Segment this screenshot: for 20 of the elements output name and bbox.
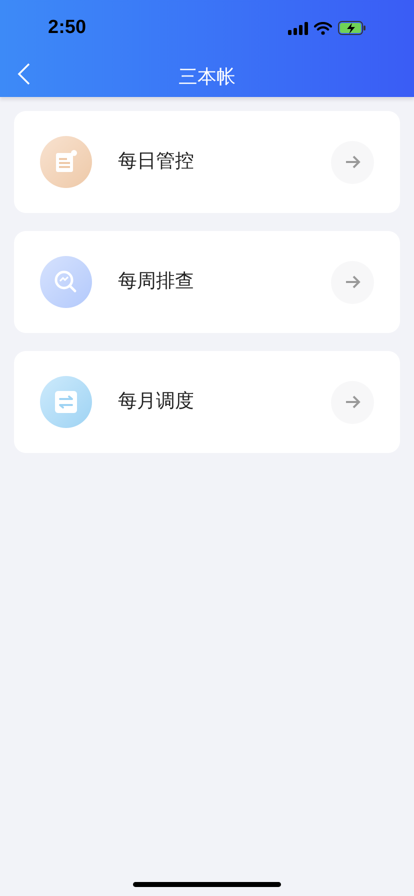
document-icon	[53, 149, 79, 175]
signal-icon	[288, 22, 308, 34]
arrow-right-icon	[344, 155, 360, 169]
arrow-button[interactable]	[331, 140, 374, 184]
page-title: 三本帐	[178, 66, 236, 90]
sliders-icon	[53, 389, 79, 415]
card-label: 每日管控	[118, 150, 195, 174]
menu-card[interactable]: 每日管控	[14, 111, 400, 213]
back-icon	[16, 62, 32, 86]
arrow-button[interactable]	[331, 260, 374, 304]
status-time: 2:50	[48, 16, 86, 40]
card-label: 每周排查	[118, 270, 195, 294]
menu-card[interactable]: 每周排查	[14, 231, 400, 333]
menu-card[interactable]: 每月调度	[14, 351, 400, 453]
arrow-button[interactable]	[331, 380, 374, 424]
arrow-right-icon	[344, 275, 360, 289]
battery-icon	[338, 21, 366, 35]
wifi-icon	[314, 22, 332, 34]
card-label: 每月调度	[118, 390, 195, 414]
arrow-right-icon	[344, 395, 360, 409]
